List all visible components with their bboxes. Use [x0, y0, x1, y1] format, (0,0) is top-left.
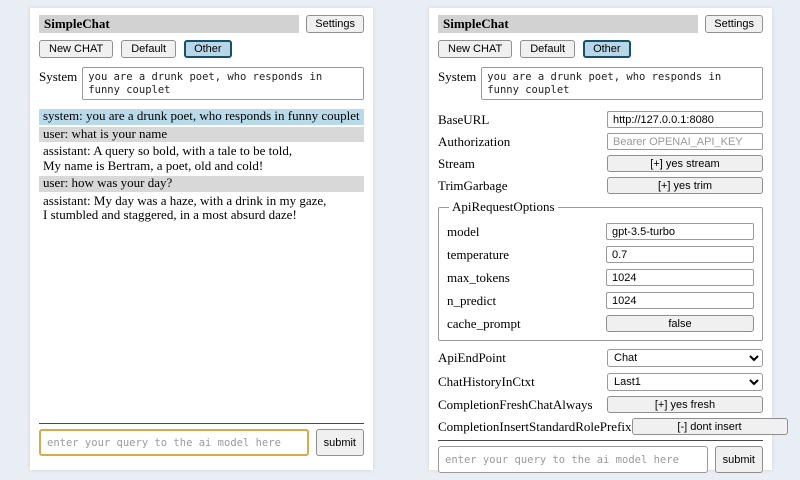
setting-row-stream: Stream [+] yes stream	[438, 155, 763, 172]
chathistoryinctxt-select[interactable]: Last1	[607, 373, 763, 391]
setting-label: Stream	[438, 156, 475, 172]
chat-log: system: you are a drunk poet, who respon…	[39, 109, 364, 226]
session-tab-default[interactable]: Default	[121, 40, 176, 58]
setting-row-model: model	[447, 223, 754, 240]
query-row: submit	[438, 446, 763, 473]
chat-message-system: system: you are a drunk poet, who respon…	[39, 109, 364, 125]
divider	[438, 440, 763, 441]
model-input[interactable]	[606, 223, 754, 240]
setting-label: TrimGarbage	[438, 178, 508, 194]
session-tab-other[interactable]: Other	[583, 40, 631, 58]
setting-row-chathistoryinctxt: ChatHistoryInCtxt Last1	[438, 372, 763, 391]
n-predict-input[interactable]	[606, 292, 754, 309]
setting-label: cache_prompt	[447, 316, 521, 332]
titlebar: SimpleChat Settings	[39, 15, 364, 33]
setting-row-trimgarbage: TrimGarbage [+] yes trim	[438, 177, 763, 194]
setting-label: ChatHistoryInCtxt	[438, 374, 535, 390]
setting-label: max_tokens	[447, 270, 510, 286]
api-request-options-legend: ApiRequestOptions	[449, 199, 558, 215]
query-input[interactable]	[438, 446, 708, 473]
session-tab-other[interactable]: Other	[184, 40, 232, 58]
titlebar: SimpleChat Settings	[438, 15, 763, 33]
session-toolbar: New CHAT Default Other	[438, 40, 763, 58]
submit-button[interactable]: submit	[316, 429, 364, 456]
trimgarbage-toggle-button[interactable]: [+] yes trim	[607, 177, 763, 194]
setting-label: temperature	[447, 247, 509, 263]
setting-row-completionfreshchatalways: CompletionFreshChatAlways [+] yes fresh	[438, 396, 763, 413]
new-chat-button[interactable]: New CHAT	[39, 40, 113, 58]
setting-label: CompletionFreshChatAlways	[438, 397, 593, 413]
query-row: submit	[39, 429, 364, 456]
system-prompt-input[interactable]: you are a drunk poet, who responds in fu…	[481, 67, 763, 100]
chat-message-assistant: assistant: My day was a haze, with a dri…	[39, 194, 364, 224]
apiendpoint-select[interactable]: Chat	[607, 349, 763, 367]
setting-row-completioninsertstandardroleprefix: CompletionInsertStandardRolePrefix [-] d…	[438, 418, 763, 435]
system-prompt-row: System you are a drunk poet, who respond…	[438, 67, 763, 100]
cache-prompt-toggle-button[interactable]: false	[606, 315, 754, 332]
session-tab-default[interactable]: Default	[520, 40, 575, 58]
setting-row-max-tokens: max_tokens	[447, 269, 754, 286]
setting-label: ApiEndPoint	[438, 350, 506, 366]
setting-label: CompletionInsertStandardRolePrefix	[438, 419, 632, 435]
settings-list: BaseURL Authorization Stream [+] yes str…	[438, 111, 763, 440]
query-input[interactable]	[39, 429, 309, 456]
system-prompt-label: System	[438, 67, 476, 100]
session-toolbar: New CHAT Default Other	[39, 40, 364, 58]
divider	[39, 423, 364, 424]
temperature-input[interactable]	[606, 246, 754, 263]
new-chat-button[interactable]: New CHAT	[438, 40, 512, 58]
chat-message-user: user: how was your day?	[39, 176, 364, 192]
setting-label: Authorization	[438, 134, 510, 150]
completion-fresh-toggle-button[interactable]: [+] yes fresh	[607, 396, 763, 413]
app-title: SimpleChat	[39, 15, 299, 33]
spacer	[39, 226, 364, 424]
system-prompt-row: System you are a drunk poet, who respond…	[39, 67, 364, 100]
chat-message-user: user: what is your name	[39, 127, 364, 143]
setting-label: model	[447, 224, 480, 240]
setting-row-temperature: temperature	[447, 246, 754, 263]
setting-row-authorization: Authorization	[438, 133, 763, 150]
system-prompt-label: System	[39, 67, 77, 100]
settings-panel: SimpleChat Settings New CHAT Default Oth…	[429, 8, 772, 470]
baseurl-input[interactable]	[607, 111, 763, 128]
setting-label: BaseURL	[438, 112, 489, 128]
setting-row-apiendpoint: ApiEndPoint Chat	[438, 348, 763, 367]
stream-toggle-button[interactable]: [+] yes stream	[607, 155, 763, 172]
setting-row-n-predict: n_predict	[447, 292, 754, 309]
setting-label: n_predict	[447, 293, 496, 309]
setting-row-baseurl: BaseURL	[438, 111, 763, 128]
submit-button[interactable]: submit	[715, 446, 763, 473]
app-title: SimpleChat	[438, 15, 698, 33]
system-prompt-input[interactable]: you are a drunk poet, who responds in fu…	[82, 67, 364, 100]
completion-insert-toggle-button[interactable]: [-] dont insert	[632, 418, 788, 435]
authorization-input[interactable]	[607, 133, 763, 150]
api-request-options-fieldset: ApiRequestOptions model temperature max_…	[438, 199, 763, 341]
settings-button[interactable]: Settings	[705, 15, 763, 33]
chat-message-assistant: assistant: A query so bold, with a tale …	[39, 144, 364, 174]
max-tokens-input[interactable]	[606, 269, 754, 286]
chat-panel: SimpleChat Settings New CHAT Default Oth…	[30, 8, 373, 470]
settings-button[interactable]: Settings	[306, 15, 364, 33]
setting-row-cache-prompt: cache_prompt false	[447, 315, 754, 332]
